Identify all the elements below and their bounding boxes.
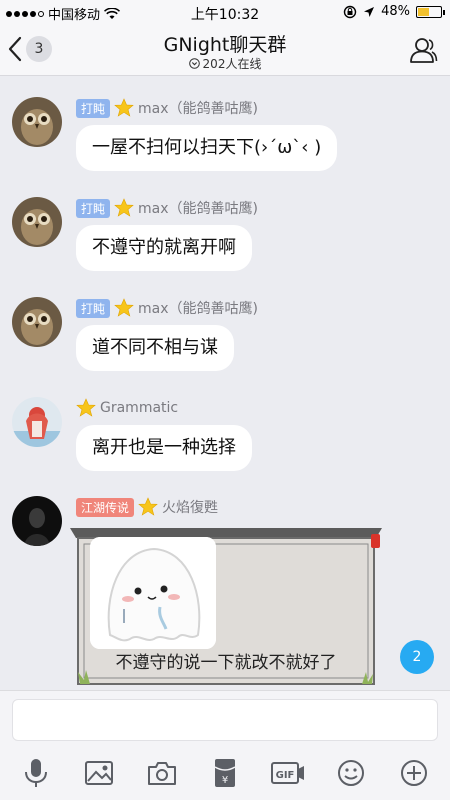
sender-title-tag: 打盹 bbox=[76, 198, 111, 218]
input-toolbar: ¥ GIF bbox=[0, 751, 450, 795]
sticker-image[interactable] bbox=[90, 537, 216, 649]
microphone-icon[interactable] bbox=[18, 755, 54, 791]
avatar[interactable] bbox=[12, 297, 62, 347]
owl-avatar-image bbox=[12, 97, 62, 147]
star-icon bbox=[114, 198, 134, 217]
new-messages-badge[interactable]: 2 bbox=[400, 640, 434, 674]
chevron-circle-icon bbox=[188, 58, 200, 69]
input-area: ¥ GIF bbox=[0, 690, 450, 800]
message-bubble[interactable]: 道不同不相与谋 bbox=[76, 325, 234, 371]
sender-line: 打盹 max（能鸽善咕鹰) bbox=[76, 197, 258, 219]
sender-line: Grammatic bbox=[76, 397, 178, 419]
battery-fill bbox=[418, 7, 429, 16]
location-icon bbox=[364, 6, 375, 17]
sender-name: Grammatic bbox=[100, 400, 179, 416]
battery-icon bbox=[416, 5, 445, 18]
status-right: 48% bbox=[343, 4, 445, 19]
message-text: 不遵守的说一下就改不就好了 bbox=[115, 653, 337, 673]
message-bubble[interactable]: 离开也是一种选择 bbox=[76, 425, 252, 471]
star-icon bbox=[114, 298, 134, 317]
online-count-text: 202人在线 bbox=[202, 57, 262, 71]
message-input[interactable] bbox=[12, 699, 438, 741]
ghost-sticker bbox=[90, 537, 216, 649]
message-bubble[interactable]: 不遵守的就离开啊 bbox=[76, 225, 252, 271]
sender-title-tag: 江湖传说 bbox=[76, 497, 135, 517]
sender-name: 火焰復甦 bbox=[162, 500, 219, 516]
scroll-message-card[interactable]: 不遵守的说一下就改不就好了 bbox=[70, 522, 382, 688]
camera-icon[interactable] bbox=[144, 755, 180, 791]
owl-avatar-image bbox=[12, 297, 62, 347]
owl-avatar-image bbox=[12, 197, 62, 247]
gif-icon[interactable]: GIF bbox=[270, 755, 306, 791]
emoji-icon[interactable] bbox=[333, 755, 369, 791]
star-icon bbox=[114, 98, 134, 117]
sender-name: max（能鸽善咕鹰) bbox=[138, 101, 258, 117]
battery-percent: 48% bbox=[381, 4, 410, 19]
chat-title: GNight聊天群 bbox=[163, 34, 287, 56]
sender-line: 江湖传说 火焰復甦 bbox=[76, 496, 218, 518]
sender-line: 打盹 max（能鸽善咕鹰) bbox=[76, 97, 258, 119]
message-bubble[interactable]: 一屋不扫何以扫天下(›´ω`‹ ) bbox=[76, 125, 338, 171]
anime-avatar-image bbox=[12, 397, 62, 447]
svg-text:GIF: GIF bbox=[276, 770, 295, 781]
avatar[interactable] bbox=[12, 496, 62, 546]
nav-bar: 3 GNight聊天群 202人在线 bbox=[0, 24, 450, 76]
people-icon bbox=[410, 38, 438, 63]
avatar[interactable] bbox=[12, 197, 62, 247]
plus-icon[interactable] bbox=[396, 755, 432, 791]
avatar[interactable] bbox=[12, 397, 62, 447]
dark-avatar-image bbox=[12, 496, 62, 546]
sender-name: max（能鸽善咕鹰) bbox=[138, 301, 258, 317]
avatar[interactable] bbox=[12, 97, 62, 147]
group-members-button[interactable] bbox=[408, 36, 438, 68]
star-icon bbox=[76, 398, 96, 417]
svg-text:¥: ¥ bbox=[222, 775, 228, 786]
rotation-lock-icon bbox=[343, 5, 357, 18]
red-packet-icon[interactable]: ¥ bbox=[207, 755, 243, 791]
status-bar: 中国移动 上午10:32 48% bbox=[0, 0, 450, 24]
sender-line: 打盹 max（能鸽善咕鹰) bbox=[76, 297, 258, 319]
sender-title-tag: 打盹 bbox=[76, 98, 111, 118]
image-icon[interactable] bbox=[81, 755, 117, 791]
online-count: 202人在线 bbox=[0, 55, 450, 72]
sender-name: max（能鸽善咕鹰) bbox=[138, 201, 258, 217]
sender-title-tag: 打盹 bbox=[76, 298, 111, 318]
star-icon bbox=[138, 497, 158, 516]
